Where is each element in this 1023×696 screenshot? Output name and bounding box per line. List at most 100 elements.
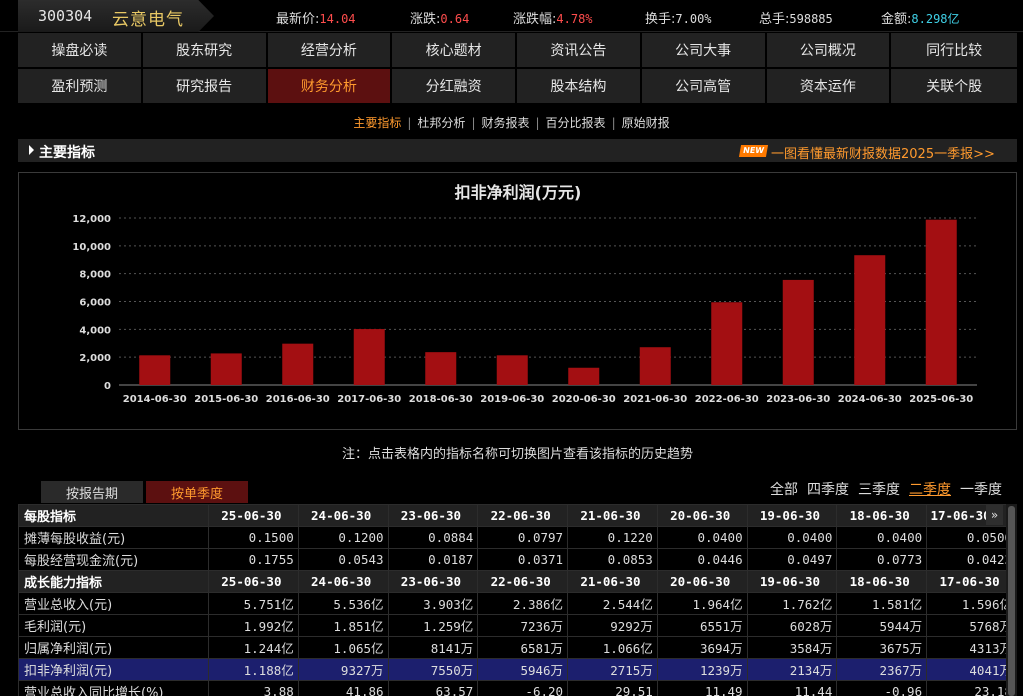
bar bbox=[210, 353, 242, 385]
chart-title: 扣非净利润(万元) bbox=[455, 183, 582, 202]
scrollbar-thumb[interactable] bbox=[1008, 506, 1015, 696]
quarter-option[interactable]: 一季度 bbox=[960, 482, 1002, 498]
column-date: 18-06-30 bbox=[836, 504, 928, 527]
cell-value: 0.0500 bbox=[926, 526, 1017, 549]
quarter-option[interactable]: 三季度 bbox=[858, 482, 900, 498]
bar bbox=[925, 219, 957, 385]
row-label[interactable]: 每股经营现金流(元) bbox=[18, 548, 209, 571]
nav-item[interactable]: 同行比较 bbox=[891, 33, 1017, 67]
nav-item[interactable]: 资讯公告 bbox=[517, 33, 640, 67]
table-row[interactable]: 营业总收入(元) 5.751亿 5.536亿 3.903亿 2.386亿 2.544亿 1.… bbox=[18, 592, 1017, 615]
sub-tab[interactable]: 主要指标 bbox=[353, 116, 401, 130]
sub-tab[interactable]: 财务报表 bbox=[481, 116, 529, 130]
row-label[interactable]: 毛利润(元) bbox=[18, 614, 209, 637]
x-tick-label: 2020-06-30 bbox=[552, 394, 616, 405]
cell-value: 2.386亿 bbox=[477, 592, 569, 615]
nav-item[interactable]: 盈利预测 bbox=[18, 69, 141, 103]
cell-value: 0.0400 bbox=[746, 526, 838, 549]
quote-item: 涨跌幅:4.78% bbox=[513, 8, 593, 27]
cell-value: 1.851亿 bbox=[297, 614, 389, 637]
cell-value: 0.0853 bbox=[567, 548, 658, 571]
sub-tab[interactable]: 杜邦分析 bbox=[417, 116, 465, 130]
nav-item[interactable]: 股东研究 bbox=[142, 33, 266, 67]
quote-value: 14.04 bbox=[319, 12, 356, 26]
chart-note: 注：点击表格内的指标名称可切换图片查看该指标的历史趋势 bbox=[341, 447, 693, 462]
nav-item[interactable]: 研究报告 bbox=[142, 69, 266, 103]
tab-separator: | bbox=[611, 116, 616, 130]
cell-value: 8141万 bbox=[387, 636, 479, 659]
by-report-period-button[interactable]: 按报告期 bbox=[41, 481, 143, 503]
by-single-quarter-button[interactable]: 按单季度 bbox=[146, 481, 248, 503]
column-date: 25-06-30 bbox=[208, 504, 299, 527]
column-date: 24-06-30 bbox=[297, 570, 389, 593]
sub-tab[interactable]: 百分比报表 bbox=[546, 116, 606, 130]
cell-value: 23.18 bbox=[926, 680, 1017, 696]
tab-separator: | bbox=[407, 116, 412, 130]
nav-item[interactable]: 公司高管 bbox=[641, 69, 765, 103]
column-date: 22-06-30 bbox=[477, 504, 569, 527]
cell-value: 1.066亿 bbox=[567, 636, 658, 659]
cell-value: 3.903亿 bbox=[387, 592, 479, 615]
cell-value: 1.596亿 bbox=[926, 592, 1017, 615]
nav-item[interactable]: 财务分析 bbox=[267, 69, 391, 103]
nav-item[interactable]: 核心题材 bbox=[392, 33, 515, 67]
sub-tab[interactable]: 原始财报 bbox=[622, 116, 670, 130]
bar bbox=[139, 355, 171, 385]
vertical-scrollbar[interactable] bbox=[1006, 504, 1017, 696]
new-badge: NEW bbox=[738, 145, 769, 157]
cell-value: 0.0773 bbox=[836, 548, 928, 571]
cell-value: 2.544亿 bbox=[567, 592, 658, 615]
quarter-option[interactable]: 全部 bbox=[770, 482, 798, 498]
row-label[interactable]: 营业总收入同比增长(%) bbox=[18, 680, 209, 696]
quote-item: 换手:7.00% bbox=[645, 8, 712, 27]
table-row[interactable]: 营业总收入同比增长(%) 3.88 41.86 63.57 -6.20 29.51 11.4… bbox=[18, 680, 1017, 696]
column-date: 25-06-30 bbox=[208, 570, 299, 593]
quote-value: 8.298亿 bbox=[911, 12, 960, 26]
cell-value: 29.51 bbox=[567, 680, 658, 696]
bar bbox=[854, 255, 886, 385]
cell-value: 5.751亿 bbox=[208, 592, 299, 615]
nav-item[interactable]: 关联个股 bbox=[891, 69, 1017, 103]
cell-value: 9327万 bbox=[297, 658, 389, 681]
nav-item[interactable]: 公司概况 bbox=[766, 33, 890, 67]
cell-value: 1.188亿 bbox=[208, 658, 299, 681]
x-tick-label: 2025-06-30 bbox=[909, 394, 973, 405]
table-row[interactable]: 扣非净利润(元) 1.188亿 9327万 7550万 5946万 2715万 1239万 2… bbox=[18, 658, 1017, 681]
nav-item[interactable]: 股本结构 bbox=[517, 69, 640, 103]
nav-item[interactable]: 操盘必读 bbox=[18, 33, 141, 67]
x-tick-label: 2019-06-30 bbox=[480, 394, 544, 405]
row-label[interactable]: 归属净利润(元) bbox=[18, 636, 209, 659]
column-date: 24-06-30 bbox=[297, 504, 389, 527]
cell-value: 0.1500 bbox=[208, 526, 299, 549]
bar bbox=[568, 367, 600, 385]
bar bbox=[496, 355, 528, 385]
quarter-filter: 全部 四季度 三季度 二季度 一季度 bbox=[761, 479, 1002, 499]
cell-value: 9292万 bbox=[567, 614, 658, 637]
table-row[interactable]: 摊薄每股收益(元) 0.1500 0.1200 0.0884 0.0797 0.1220 0… bbox=[18, 526, 1017, 549]
nav-item[interactable]: 公司大事 bbox=[641, 33, 765, 67]
column-date: 22-06-30 bbox=[477, 570, 569, 593]
row-label[interactable]: 摊薄每股收益(元) bbox=[18, 526, 209, 549]
table-row[interactable]: 归属净利润(元) 1.244亿 1.065亿 8141万 6581万 1.066亿 3694… bbox=[18, 636, 1017, 659]
quarter-option[interactable]: 四季度 bbox=[807, 482, 849, 498]
table-row[interactable]: 毛利润(元) 1.992亿 1.851亿 1.259亿 7236万 9292万 6551万 6… bbox=[18, 614, 1017, 637]
promo-link[interactable]: 一图看懂最新财报数据2025一季报>> bbox=[771, 143, 995, 162]
cell-value: 1.992亿 bbox=[208, 614, 299, 637]
cell-value: 0.0446 bbox=[656, 548, 748, 571]
row-label[interactable]: 扣非净利润(元) bbox=[18, 658, 209, 681]
cell-value: 0.1200 bbox=[297, 526, 389, 549]
triangle-right-icon bbox=[29, 145, 34, 155]
cell-value: 5944万 bbox=[836, 614, 928, 637]
nav-item[interactable]: 经营分析 bbox=[267, 33, 391, 67]
nav-item[interactable]: 资本运作 bbox=[766, 69, 890, 103]
cell-value: 0.0497 bbox=[746, 548, 838, 571]
quarter-option[interactable]: 二季度 bbox=[909, 482, 951, 498]
y-tick-label: 6,000 bbox=[79, 298, 111, 309]
double-chevron-right-icon[interactable]: » bbox=[986, 505, 1003, 525]
cell-value: 6581万 bbox=[477, 636, 569, 659]
table-row[interactable]: 每股经营现金流(元) 0.1755 0.0543 0.0187 0.0371 0.0853… bbox=[18, 548, 1017, 571]
nav-row-2: 盈利预测 研究报告 财务分析 分红融资 股本结构 公司高管 资本运作 关联个股 bbox=[18, 69, 1017, 103]
row-label[interactable]: 营业总收入(元) bbox=[18, 592, 209, 615]
nav-item[interactable]: 分红融资 bbox=[392, 69, 515, 103]
x-tick-label: 2014-06-30 bbox=[123, 394, 187, 405]
